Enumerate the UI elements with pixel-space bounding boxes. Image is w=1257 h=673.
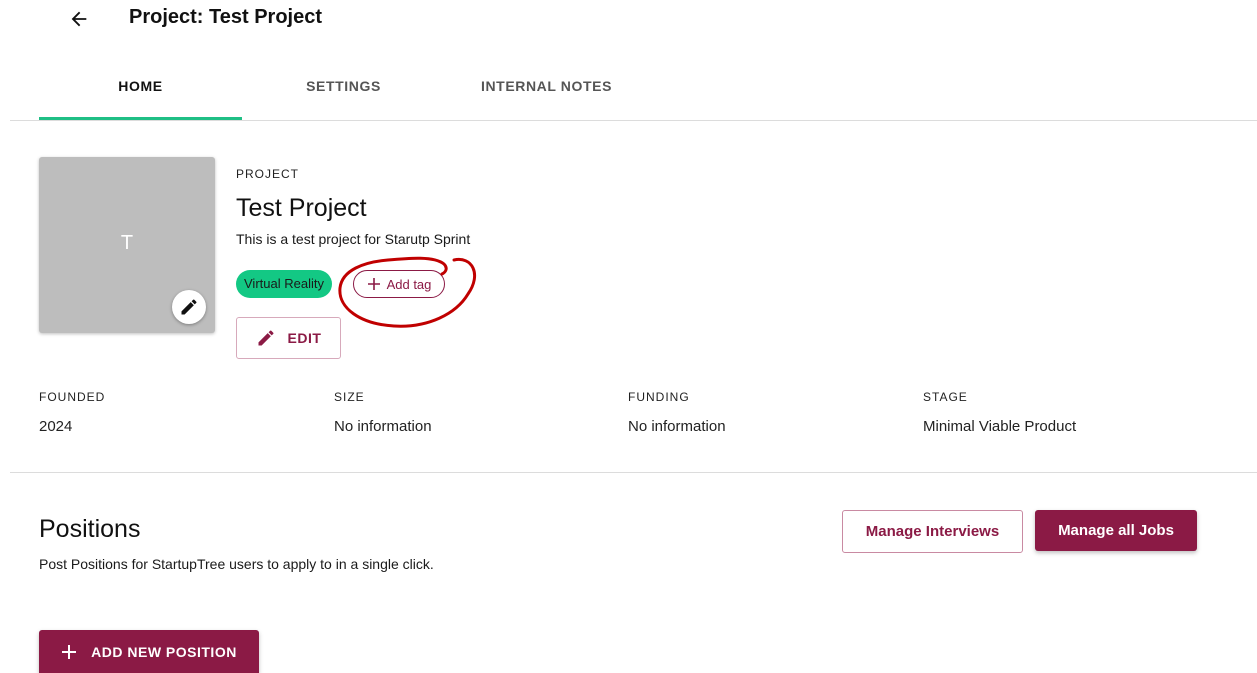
tab-home[interactable]: HOME xyxy=(39,78,242,100)
stat-value-founded: 2024 xyxy=(39,418,73,435)
stat-value-funding: No information xyxy=(628,418,726,435)
project-avatar: T xyxy=(39,157,215,333)
add-new-position-label: ADD NEW POSITION xyxy=(91,643,237,660)
manage-interviews-button[interactable]: Manage Interviews xyxy=(842,510,1023,553)
back-button[interactable] xyxy=(64,4,94,34)
project-name: Test Project xyxy=(236,194,367,222)
project-description: This is a test project for Starutp Sprin… xyxy=(236,231,471,247)
tab-internal-notes[interactable]: INTERNAL NOTES xyxy=(445,78,648,100)
positions-title: Positions xyxy=(39,515,141,543)
stat-label-founded: FOUNDED xyxy=(39,390,106,404)
stat-value-size: No information xyxy=(334,418,432,435)
stat-value-stage: Minimal Viable Product xyxy=(923,418,1077,435)
tab-settings[interactable]: SETTINGS xyxy=(242,78,445,100)
annotation-circle xyxy=(338,256,476,328)
arrow-left-icon xyxy=(71,11,87,27)
edit-label: EDIT xyxy=(287,330,322,346)
edit-button[interactable]: EDIT xyxy=(236,317,341,359)
pencil-icon xyxy=(258,330,274,346)
avatar-edit-button[interactable] xyxy=(172,290,206,324)
positions-description: Post Positions for StartupTree users to … xyxy=(39,556,434,572)
pencil-icon xyxy=(181,299,197,315)
page-title: Project: Test Project xyxy=(129,6,323,28)
project-overline: PROJECT xyxy=(236,167,300,181)
tag-chip[interactable]: Virtual Reality xyxy=(236,270,332,298)
plus-icon xyxy=(62,644,77,659)
section-divider xyxy=(10,472,1257,473)
add-new-position-button[interactable]: ADD NEW POSITION xyxy=(39,630,259,673)
stat-label-stage: STAGE xyxy=(923,390,968,404)
manage-all-jobs-button[interactable]: Manage all Jobs xyxy=(1035,510,1197,551)
stat-label-size: SIZE xyxy=(334,390,365,404)
stat-label-funding: FUNDING xyxy=(628,390,690,404)
avatar-initial: T xyxy=(120,232,134,254)
tabs-divider xyxy=(10,120,1257,121)
